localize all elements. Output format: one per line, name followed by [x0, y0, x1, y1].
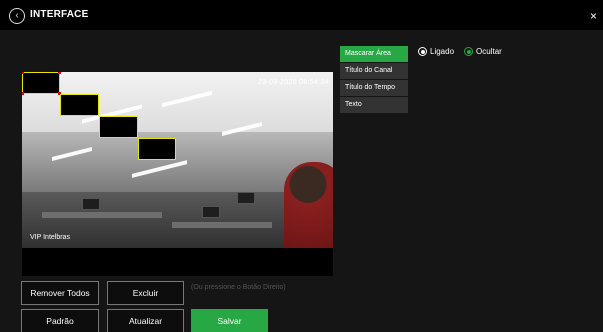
monitor: [237, 192, 255, 204]
desk: [42, 212, 162, 218]
privacy-mask[interactable]: [99, 116, 138, 138]
mask-handle[interactable]: [22, 92, 24, 95]
close-icon[interactable]: ×: [590, 10, 597, 22]
save-button[interactable]: Salvar: [191, 309, 268, 332]
back-glyph: ‹: [15, 10, 19, 21]
person: [284, 162, 333, 248]
video-preview[interactable]: 23-09-2020 08:54:34 VIP Intelbras: [22, 72, 333, 248]
desk: [172, 222, 272, 228]
menu-item-text[interactable]: Texto: [340, 97, 408, 113]
mask-handle[interactable]: [58, 72, 61, 74]
privacy-mask[interactable]: [138, 138, 176, 160]
remove-all-button[interactable]: Remover Todos: [21, 281, 99, 305]
radio-hide[interactable]: Ocultar: [464, 47, 502, 56]
timestamp-overlay: 23-09-2020 08:54:34: [258, 79, 329, 86]
mask-mode-group: Ligado Ocultar: [418, 47, 502, 56]
monitor: [202, 206, 220, 218]
page-title: INTERFACE: [30, 9, 89, 20]
privacy-mask[interactable]: [60, 94, 99, 116]
menu-item-mask-area[interactable]: Mascarar Área: [340, 46, 408, 62]
monitor: [82, 198, 100, 210]
mask-handle[interactable]: [22, 72, 24, 74]
radio-on-icon: [418, 47, 427, 56]
privacy-mask[interactable]: [22, 72, 61, 95]
radio-on[interactable]: Ligado: [418, 47, 454, 56]
default-button[interactable]: Padrão: [21, 309, 99, 332]
video-footer: [22, 248, 333, 276]
back-icon[interactable]: ‹: [9, 8, 25, 24]
overlay-menu: Mascarar Área Título do Canal Título do …: [340, 46, 408, 114]
radio-on-label: Ligado: [430, 47, 455, 56]
radio-hide-label: Ocultar: [476, 47, 502, 56]
right-click-hint: (Ou pressione o Botão Direito): [191, 284, 286, 291]
header-bar: ‹ INTERFACE ×: [0, 0, 603, 30]
channel-title-overlay: VIP Intelbras: [30, 234, 70, 241]
menu-item-time-title[interactable]: Título do Tempo: [340, 80, 408, 96]
delete-button[interactable]: Excluir: [107, 281, 184, 305]
menu-item-channel-title[interactable]: Título do Canal: [340, 63, 408, 79]
radio-hide-icon: [464, 47, 474, 56]
refresh-button[interactable]: Atualizar: [107, 309, 184, 332]
